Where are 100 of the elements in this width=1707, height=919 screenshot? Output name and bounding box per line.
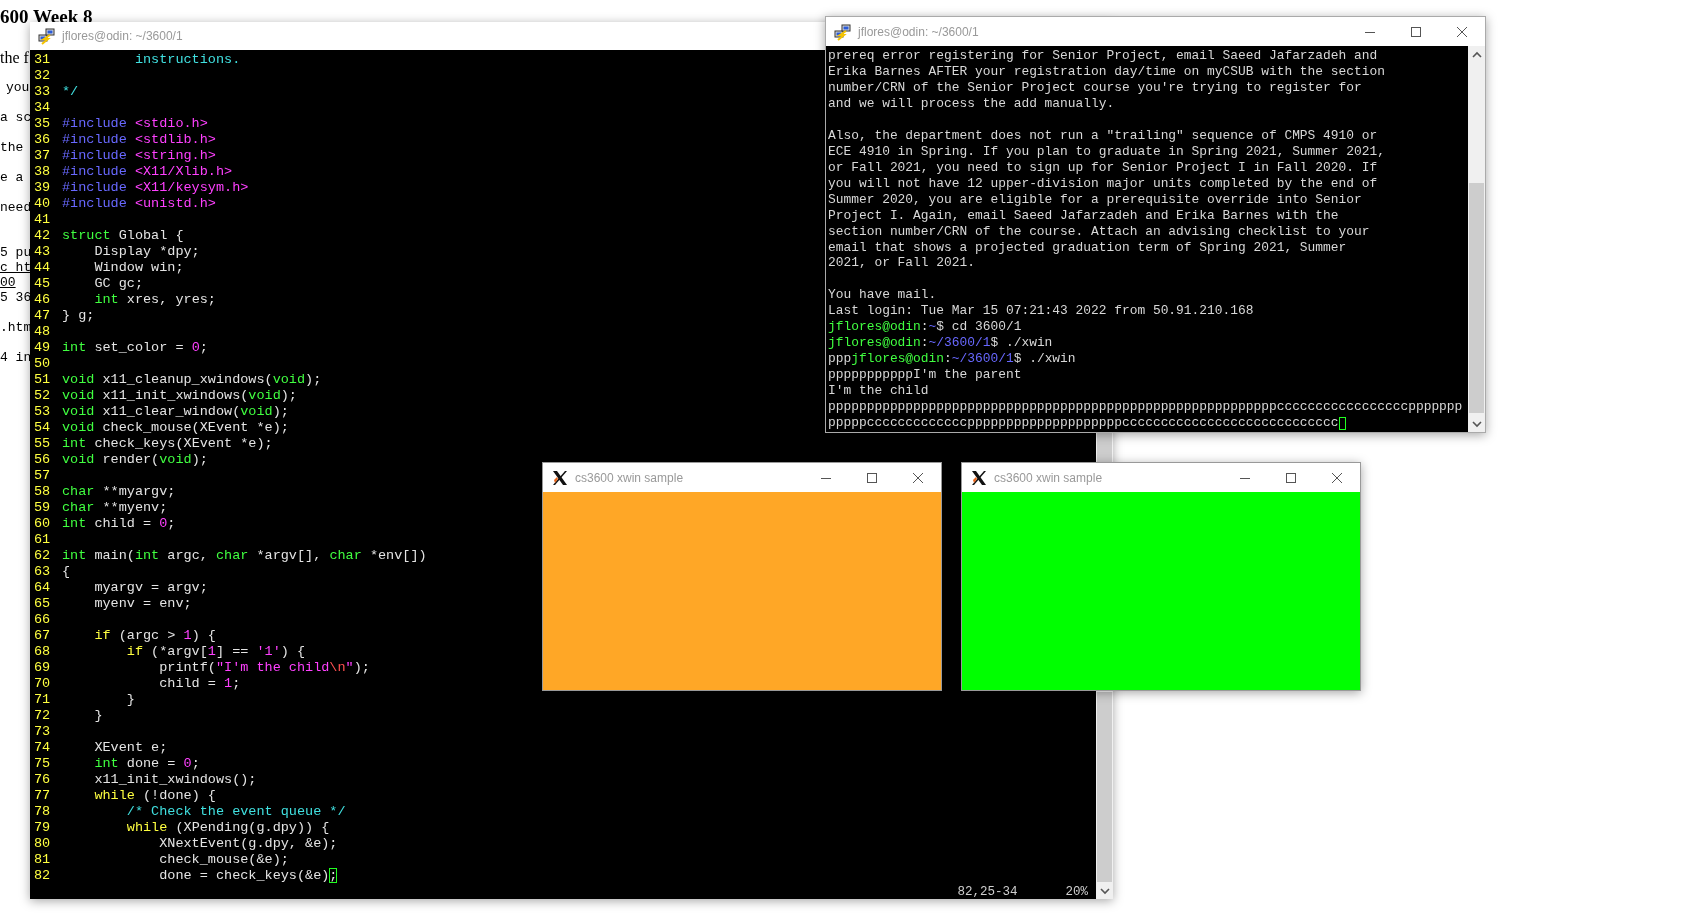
- terminal-line: section number/CRN of the course. Attach an advising checklist to your: [828, 224, 1370, 240]
- page-text: e a: [0, 170, 24, 185]
- window-title: cs3600 xwin sample: [575, 470, 684, 485]
- code-line: int set_color = 0;: [62, 340, 208, 356]
- code-line: printf("I'm the child\n");: [158, 660, 370, 676]
- line-number: 35: [33, 116, 52, 132]
- line-number: 50: [33, 356, 52, 372]
- line-number: 70: [33, 676, 52, 692]
- code-line: int main(int argc, char *argv[], char *env[]): [62, 548, 427, 564]
- app-icon: [834, 22, 852, 41]
- terminal-line: You have mail.: [828, 288, 937, 303]
- code-line: instructions.: [133, 52, 241, 68]
- terminal-line: Project I. Again, email Saeed Jafarzadeh and Erika Barnes with the: [828, 208, 1339, 224]
- code-line: #include <stdlib.h>: [62, 132, 216, 148]
- close-icon: [913, 472, 923, 483]
- line-number: 36: [33, 132, 52, 148]
- line-number: 67: [33, 628, 52, 644]
- page-text: 4 in: [0, 350, 32, 365]
- line-number: 38: [33, 164, 52, 180]
- window-title: cs3600 xwin sample: [994, 470, 1103, 485]
- code-line: while (XPending(g.dpy)) {: [125, 820, 330, 836]
- line-number: 71: [33, 692, 52, 708]
- terminal-line: ppppppppppppppppppppppppppppppppppppppppppppppppppppppppppcccccccccccccccccppppppp: [828, 400, 1463, 415]
- code-line: #include <stdio.h>: [62, 116, 208, 132]
- line-number: 42: [33, 228, 52, 244]
- line-number: 41: [33, 212, 52, 228]
- line-number: 52: [33, 388, 52, 404]
- close-icon: [1332, 472, 1342, 483]
- code-line: #include <X11/Xlib.h>: [62, 164, 233, 180]
- terminal-line: pppjflores@odin:~/3600/1$ ./xwin: [828, 352, 1076, 367]
- maximize-icon: [1286, 472, 1296, 483]
- window-title: jflores@odin: ~/3600/1: [62, 29, 183, 43]
- terminal-line: prereq error registering for Senior Project, email Saeed Jafarzadeh and: [828, 49, 1378, 64]
- line-number: 56: [33, 452, 52, 468]
- line-number: 51: [33, 372, 52, 388]
- terminal-line: number/CRN of the Senior Project course you're trying to register for: [828, 80, 1362, 96]
- line-number: 45: [33, 276, 52, 292]
- code-line: if (argc > 1) {: [93, 628, 216, 644]
- code-line: int child = 0;: [62, 516, 176, 532]
- line-number: 79: [33, 820, 52, 836]
- scrollbar-thumb[interactable]: [1469, 183, 1484, 413]
- code-line: void check_mouse(XEvent *e);: [62, 420, 289, 436]
- scrollbar[interactable]: [1468, 46, 1485, 432]
- page-text: a sc: [0, 110, 32, 125]
- code-line: void x11_clear_window(void);: [62, 404, 289, 420]
- line-number: 47: [33, 308, 52, 324]
- terminal-line: 2021, or Fall 2021.: [828, 256, 975, 272]
- close-icon: [1457, 26, 1467, 37]
- scroll-percent: 20%: [1065, 884, 1088, 900]
- line-number: 82: [33, 868, 52, 884]
- line-number: 59: [33, 500, 52, 516]
- code-line: } g;: [62, 308, 95, 324]
- code-line: char **myenv;: [62, 500, 168, 516]
- chevron-up-icon: [1471, 50, 1482, 59]
- chevron-down-icon: [1099, 886, 1110, 895]
- code-line: Window win;: [93, 260, 184, 276]
- app-icon: [38, 27, 56, 45]
- terminal-line: or Fall 2021, you need to sign up for Senior Project I in Fall 2020. If: [828, 160, 1378, 176]
- line-number: 68: [33, 644, 52, 660]
- code-line: int check_keys(XEvent *e);: [62, 436, 273, 452]
- terminal-line: you will not have 12 upper-division major units completed by the end of: [828, 176, 1378, 192]
- terminal-line: pppppppppppI'm the parent: [828, 368, 1022, 383]
- link[interactable]: 00: [0, 275, 16, 290]
- line-number: 37: [33, 148, 52, 164]
- code-line: if (*argv[1] == '1') {: [125, 644, 306, 660]
- page-text: the f: [0, 50, 29, 65]
- code-line: */: [62, 84, 79, 100]
- line-number: 66: [33, 612, 52, 628]
- scrollbar-segment[interactable]: [1096, 433, 1113, 462]
- code-line: #include <X11/keysym.h>: [62, 180, 249, 196]
- code-line: #include <string.h>: [62, 148, 216, 164]
- code-line: child = 1;: [158, 676, 241, 692]
- terminal-line: Summer 2020, you are eligible for a prerequisite override into Senior: [828, 192, 1362, 208]
- code-line: while (!done) {: [93, 788, 216, 804]
- scrollbar[interactable]: [1096, 692, 1113, 899]
- code-line: /* Check the event queue */: [125, 804, 346, 820]
- line-number: 81: [33, 852, 52, 868]
- line-number: 49: [33, 340, 52, 356]
- code-line: }: [125, 692, 135, 708]
- code-line: struct Global {: [62, 228, 184, 244]
- line-number: 55: [33, 436, 52, 452]
- line-number: 63: [33, 564, 52, 580]
- code-line: void render(void);: [62, 452, 208, 468]
- line-number: 61: [33, 532, 52, 548]
- code-line: XEvent e;: [93, 740, 168, 756]
- terminal-line: ECE 4910 in Spring. If you plan to graduate in Spring 2021, Summer 2021,: [828, 144, 1385, 160]
- terminal-line: Erika Barnes AFTER your registration day/time on myCSUB with the section: [828, 65, 1385, 80]
- link[interactable]: c_ht: [0, 260, 32, 275]
- line-number: 60: [33, 516, 52, 532]
- cursor-position: 82,25-34: [957, 884, 1018, 900]
- code-line: void x11_cleanup_xwindows(void);: [62, 372, 322, 388]
- scrollbar-thumb[interactable]: [1097, 692, 1112, 882]
- line-number: 57: [33, 468, 52, 484]
- line-number: 76: [33, 772, 52, 788]
- app-icon: [551, 468, 569, 487]
- code-line: void x11_init_xwindows(void);: [62, 388, 297, 404]
- terminal-line: I'm the child: [828, 384, 929, 399]
- line-number: 39: [33, 180, 52, 196]
- line-number: 77: [33, 788, 52, 804]
- line-number: 64: [33, 580, 52, 596]
